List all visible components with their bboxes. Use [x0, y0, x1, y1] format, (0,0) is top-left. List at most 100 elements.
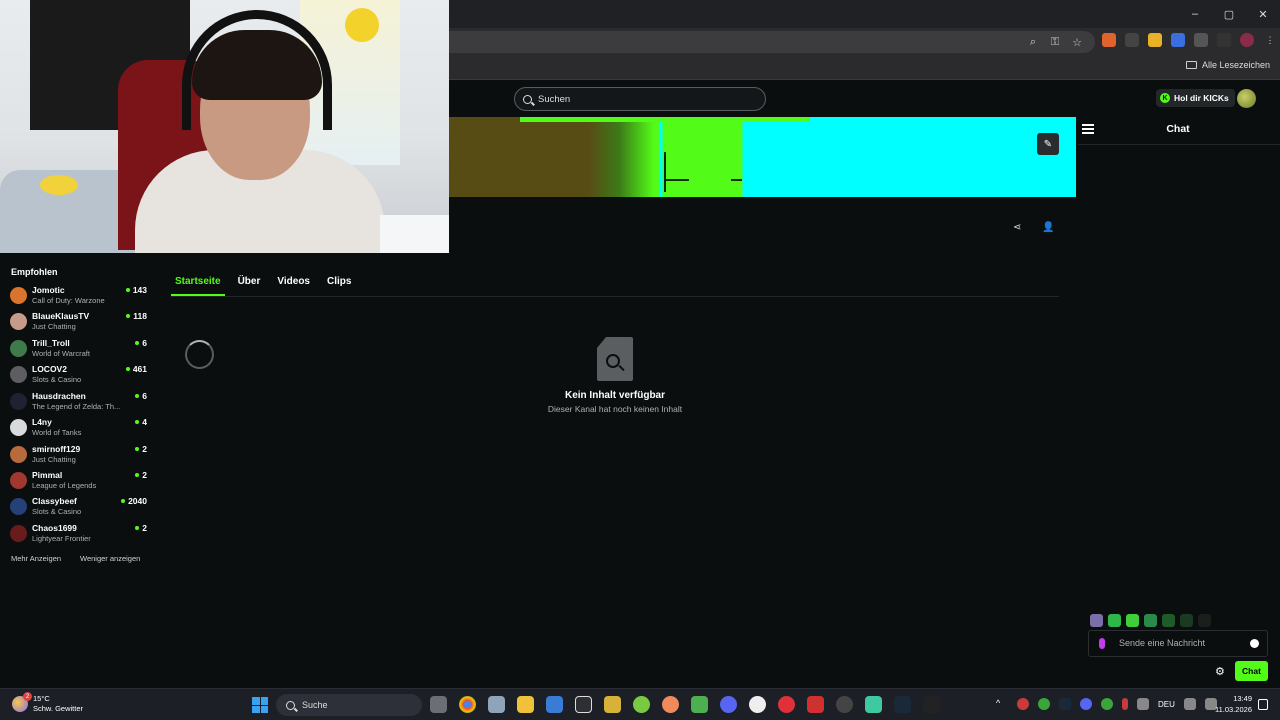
show-more-button[interactable]: Mehr Anzeigen	[11, 554, 61, 563]
channel-name: BlaueKlausTV	[32, 311, 90, 321]
live-dot-icon	[135, 420, 140, 424]
live-dot-icon	[135, 394, 140, 398]
weather-text: 15°C Schw. Gewitter	[33, 694, 83, 714]
emote-icon[interactable]	[1162, 614, 1175, 627]
zoom-icon[interactable]: ⌕	[1026, 31, 1040, 53]
windows-start-icon[interactable]	[252, 697, 268, 713]
emote-icon[interactable]	[1198, 614, 1211, 627]
microphone-icon[interactable]	[1099, 638, 1105, 649]
profile-avatar[interactable]	[1240, 33, 1254, 47]
show-less-button[interactable]: Weniger anzeigen	[80, 554, 140, 563]
tab-videos[interactable]: Videos	[273, 276, 314, 296]
store-icon[interactable]	[546, 696, 563, 713]
notification-icon[interactable]	[1258, 699, 1268, 710]
taskbar-clock[interactable]: 13:49 11.03.2026	[1210, 693, 1252, 715]
address-bar-icons: ⌕ ⚿ ☆	[1026, 31, 1084, 53]
tab-startseite[interactable]: Startseite	[171, 276, 225, 296]
share-icon[interactable]: ⋖	[1013, 223, 1023, 233]
emote-icon[interactable]	[1180, 614, 1193, 627]
edit-banner-button[interactable]: ✎	[1037, 133, 1059, 155]
sidebar-channel-trill-troll[interactable]: Trill_Troll World of Warcraft 6	[10, 338, 147, 364]
menu-kebab-icon[interactable]: ⋮	[1263, 33, 1277, 47]
app-icon[interactable]	[662, 696, 679, 713]
tab-clips[interactable]: Clips	[323, 276, 355, 296]
sidebar-channel-classybeef[interactable]: Classybeef Slots & Casino 2040	[10, 496, 147, 522]
emote-icon[interactable]	[1144, 614, 1157, 627]
webcam-toy	[40, 175, 78, 195]
viewer-count: 4	[135, 417, 147, 427]
emote-icon[interactable]	[1108, 614, 1121, 627]
obs-icon[interactable]	[836, 696, 853, 713]
sidebar-channel-chaos1699[interactable]: Chaos1699 Lightyear Frontier 2	[10, 523, 147, 549]
discord-tray-icon[interactable]	[1080, 698, 1092, 710]
channel-category: League of Legends	[32, 481, 97, 490]
tray-app-icon[interactable]	[1038, 698, 1050, 710]
channel-avatar	[10, 472, 27, 489]
calculator-icon[interactable]	[488, 696, 505, 713]
app-icon[interactable]	[865, 696, 882, 713]
sidebar-channel-jomotic[interactable]: Jomotic Call of Duty: Warzone 143	[10, 285, 147, 311]
emoji-icon[interactable]	[1250, 639, 1259, 648]
tray-app-icon[interactable]	[1017, 698, 1029, 710]
minimize-icon[interactable]: –	[1178, 0, 1212, 28]
chat-send-button[interactable]: Chat	[1235, 661, 1268, 681]
microphone-tray-icon[interactable]	[1122, 698, 1128, 710]
sidebar-channel-locov2[interactable]: LOCOV2 Slots & Casino 461	[10, 364, 147, 390]
extension-icon[interactable]	[1148, 33, 1162, 47]
emote-icon[interactable]	[1090, 614, 1103, 627]
game-icon[interactable]	[604, 696, 621, 713]
channel-avatar	[10, 340, 27, 357]
sidebar-channel-hausdrachen[interactable]: Hausdrachen The Legend of Zelda: Th... 6	[10, 391, 147, 417]
sidebar-channel-pimmal[interactable]: Pimmal League of Legends 2	[10, 470, 147, 496]
emote-icon[interactable]	[1126, 614, 1139, 627]
discord-icon[interactable]	[720, 696, 737, 713]
tab-ueber[interactable]: Über	[234, 276, 265, 296]
screen: – ▢ ✕ ⌕ ⚿ ☆ ⋮ Alle Lesezeichen Suchen K …	[0, 0, 1280, 720]
all-bookmarks-button[interactable]: Alle Lesezeichen	[1185, 60, 1270, 70]
bookmark-star-icon[interactable]: ☆	[1070, 31, 1084, 53]
minecraft-icon[interactable]	[691, 696, 708, 713]
user-avatar[interactable]	[1237, 89, 1256, 108]
app-icon[interactable]	[807, 696, 824, 713]
address-bar[interactable]	[440, 31, 1095, 53]
sidebar-channel-smirnoff129[interactable]: smirnoff129 Just Chatting 2	[10, 444, 147, 470]
sidebar-channel-l4ny[interactable]: L4ny World of Tanks 4	[10, 417, 147, 443]
file-explorer-icon[interactable]	[517, 696, 534, 713]
puzzle-icon[interactable]	[1194, 33, 1208, 47]
chat-settings-gear-icon[interactable]: ⚙	[1215, 665, 1225, 678]
weather-widget[interactable]: 2 15°C Schw. Gewitter	[12, 692, 83, 714]
extension-icon[interactable]	[1171, 33, 1185, 47]
sidebar-channel-blaueklaustv[interactable]: BlaueKlausTV Just Chatting 118	[10, 311, 147, 337]
network-icon[interactable]	[1183, 698, 1196, 710]
chrome-icon[interactable]	[459, 696, 476, 713]
app-icon[interactable]	[633, 696, 650, 713]
capcut-icon[interactable]	[923, 696, 940, 713]
steam-icon[interactable]	[894, 696, 911, 713]
webcam-overlay	[0, 0, 449, 253]
tray-app-icon[interactable]	[1101, 698, 1113, 710]
keyboard-icon[interactable]	[1137, 698, 1149, 710]
viewer-count-value: 6	[142, 391, 147, 401]
extension-icon[interactable]	[1102, 33, 1116, 47]
chevron-up-icon[interactable]: ^	[996, 698, 1008, 710]
chat-message-input[interactable]: Sende eine Nachricht	[1088, 630, 1268, 657]
language-indicator[interactable]: DEU	[1158, 700, 1175, 709]
key-icon[interactable]: ⚿	[1048, 31, 1062, 53]
sidepanel-icon[interactable]	[1217, 33, 1231, 47]
get-kicks-button[interactable]: K Hol dir KICKs	[1156, 89, 1235, 107]
app-icon[interactable]	[749, 696, 766, 713]
viewer-count: 2	[135, 523, 147, 533]
channel-avatar	[10, 366, 27, 383]
search-input[interactable]: Suchen	[514, 87, 766, 111]
task-view-icon[interactable]	[430, 696, 447, 713]
close-icon[interactable]: ✕	[1246, 0, 1280, 28]
extension-icon[interactable]	[1125, 33, 1139, 47]
folder-icon	[1185, 61, 1197, 69]
follow-user-icon[interactable]: 👤	[1042, 223, 1054, 233]
weather-temperature: 15°C	[33, 694, 50, 703]
taskbar-search[interactable]: Suche	[276, 694, 422, 716]
app-icon[interactable]	[575, 696, 592, 713]
maximize-icon[interactable]: ▢	[1212, 0, 1246, 28]
record-icon[interactable]	[778, 696, 795, 713]
steam-tray-icon[interactable]	[1059, 698, 1071, 710]
